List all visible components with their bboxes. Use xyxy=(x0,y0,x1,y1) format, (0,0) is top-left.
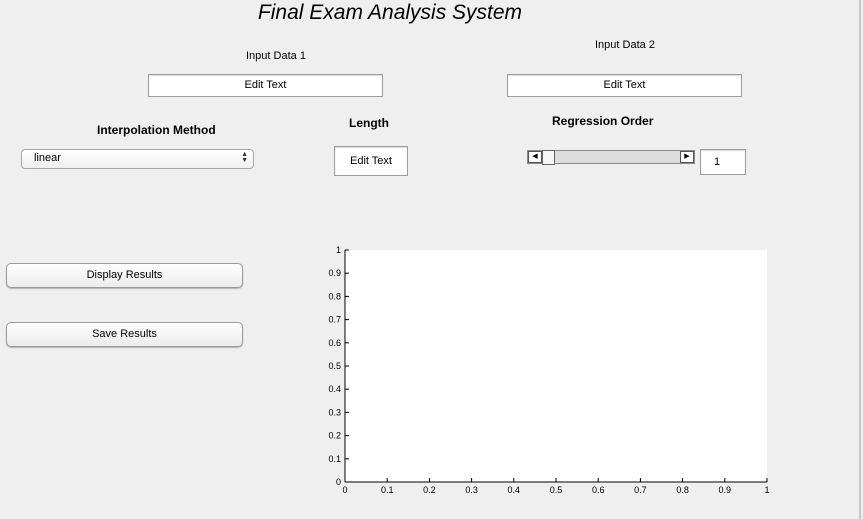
x-tick-label: 0.2 xyxy=(423,485,436,495)
x-tick-label: 0.3 xyxy=(465,485,478,495)
x-tick-label: 0.6 xyxy=(592,485,605,495)
y-tick-label: 0.5 xyxy=(328,361,341,371)
x-tick-label: 1 xyxy=(764,485,769,495)
x-tick-label: 0.9 xyxy=(719,485,732,495)
y-tick-label: 0.2 xyxy=(328,431,341,441)
y-tick-label: 0.1 xyxy=(328,454,341,464)
y-tick-label: 0.9 xyxy=(328,268,341,278)
x-tick-label: 0.8 xyxy=(676,485,689,495)
y-tick-label: 0.4 xyxy=(328,384,341,394)
x-tick-label: 0.5 xyxy=(550,485,563,495)
results-chart: 0 0.1 0.2 0.3 0.4 0.5 0.6 0.7 0.8 0.9 1 0 0.1 0.2 0.3 0… xyxy=(328,245,769,495)
y-tick-label: 0 xyxy=(336,477,341,487)
y-tick-label: 0.3 xyxy=(328,407,341,417)
x-tick-label: 0.7 xyxy=(634,485,647,495)
y-tick-label: 0.7 xyxy=(328,315,341,325)
window-edge xyxy=(859,0,861,519)
x-tick-label: 0.1 xyxy=(381,485,394,495)
x-tick-label: 0.4 xyxy=(508,485,521,495)
x-tick-label: 0 xyxy=(342,485,347,495)
y-tick-label: 0.6 xyxy=(328,338,341,348)
y-tick-label: 1 xyxy=(336,245,341,255)
y-tick-label: 0.8 xyxy=(328,291,341,301)
